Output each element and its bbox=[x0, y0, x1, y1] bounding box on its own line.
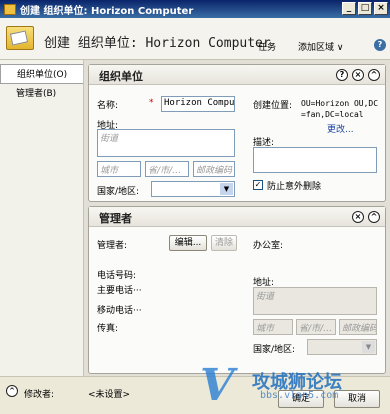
chevron-down-icon: ▼ bbox=[220, 183, 233, 195]
street-input[interactable]: 街道 bbox=[97, 129, 235, 157]
close-icon[interactable]: × bbox=[352, 69, 364, 81]
fax-label: 传真: bbox=[97, 324, 119, 334]
manager-country-label: 国家/地区: bbox=[253, 345, 296, 355]
location-value: OU=Horizon OU,DC=fan,DC=local bbox=[301, 99, 379, 119]
window-titlebar: 创建 组织单位: Horizon Computer _ □ × bbox=[0, 0, 390, 18]
manager-panel-header: 管理者 × ^ bbox=[89, 207, 385, 227]
add-section-menu[interactable]: 添加区域 ∨ bbox=[298, 40, 343, 53]
city-input[interactable]: 城市 bbox=[97, 161, 141, 177]
manager-label: 管理者: bbox=[97, 241, 128, 251]
maximize-button[interactable]: □ bbox=[358, 2, 372, 15]
required-marker: * bbox=[149, 98, 154, 108]
name-label: 名称: bbox=[97, 101, 119, 111]
close-button[interactable]: × bbox=[374, 2, 388, 15]
mobile-phone-label: 移动电话··· bbox=[97, 306, 142, 316]
state-input[interactable]: 省/市/… bbox=[145, 161, 189, 177]
minimize-button[interactable]: _ bbox=[342, 2, 356, 15]
help-icon[interactable]: ? bbox=[336, 69, 348, 81]
expand-icon[interactable]: ^ bbox=[6, 385, 18, 397]
ou-panel-title: 组织单位 bbox=[99, 70, 143, 83]
watermark-logo: V bbox=[200, 360, 235, 411]
change-location-link[interactable]: 更改... bbox=[327, 122, 354, 135]
clear-button[interactable]: 清除 bbox=[211, 235, 237, 251]
office-label: 办公室: bbox=[253, 241, 284, 251]
description-input[interactable] bbox=[253, 147, 377, 173]
ou-folder-icon bbox=[6, 26, 34, 50]
main-content: 组织单位 ? × ^ 名称: * Horizon Computer 地址: 街道… bbox=[84, 60, 390, 376]
page-title: 创建 组织单位: Horizon Computer bbox=[44, 36, 271, 51]
modified-by-label: 修改者: bbox=[24, 390, 55, 400]
collapse-icon[interactable]: ^ bbox=[368, 211, 380, 223]
location-label: 创建位置: bbox=[253, 101, 293, 111]
ou-panel-header: 组织单位 ? × ^ bbox=[89, 65, 385, 85]
main-phone-label: 主要电话··· bbox=[97, 286, 142, 296]
watermark: V 攻城狮论坛 bbs.vlan5.com bbox=[200, 360, 390, 411]
edit-button[interactable]: 编辑... bbox=[169, 235, 207, 251]
country-label: 国家/地区: bbox=[97, 187, 140, 197]
collapse-icon[interactable]: ^ bbox=[368, 69, 380, 81]
section-nav: 组织单位(O) 管理者(B) bbox=[0, 60, 84, 376]
window-title: 创建 组织单位: Horizon Computer bbox=[20, 5, 194, 17]
zip-input[interactable]: 邮政编码 bbox=[193, 161, 235, 177]
protect-label: 防止意外删除 bbox=[267, 182, 322, 192]
close-icon[interactable]: × bbox=[352, 211, 364, 223]
manager-street-input: 街道 bbox=[253, 287, 377, 315]
manager-country-select: ▼ bbox=[307, 339, 377, 355]
chevron-down-icon: ▼ bbox=[362, 341, 375, 353]
protect-checkbox[interactable]: ✓ bbox=[253, 180, 263, 190]
manager-state-input: 省/市/… bbox=[296, 319, 336, 335]
country-select[interactable]: ▼ bbox=[151, 181, 235, 197]
manager-panel: 管理者 × ^ 管理者: 编辑... 清除 办公室: 电话号码: 主要电话···… bbox=[88, 206, 386, 374]
name-input[interactable]: Horizon Computer bbox=[161, 96, 235, 112]
ou-panel: 组织单位 ? × ^ 名称: * Horizon Computer 地址: 街道… bbox=[88, 64, 386, 202]
tasks-menu[interactable]: 任务 bbox=[258, 40, 276, 53]
nav-item-ou[interactable]: 组织单位(O) bbox=[0, 64, 83, 84]
phone-label: 电话号码: bbox=[97, 271, 137, 281]
help-icon[interactable]: ? bbox=[374, 39, 386, 51]
manager-panel-title: 管理者 bbox=[99, 212, 132, 225]
app-icon bbox=[4, 3, 16, 15]
modified-by-value: <未设置> bbox=[88, 390, 131, 400]
header: 创建 组织单位: Horizon Computer 任务 添加区域 ∨ ? bbox=[0, 18, 390, 60]
watermark-url: bbs.vlan5.com bbox=[260, 390, 339, 401]
nav-item-managed-by[interactable]: 管理者(B) bbox=[0, 84, 83, 104]
manager-zip-input: 邮政编码 bbox=[339, 319, 377, 335]
manager-city-input: 城市 bbox=[253, 319, 293, 335]
